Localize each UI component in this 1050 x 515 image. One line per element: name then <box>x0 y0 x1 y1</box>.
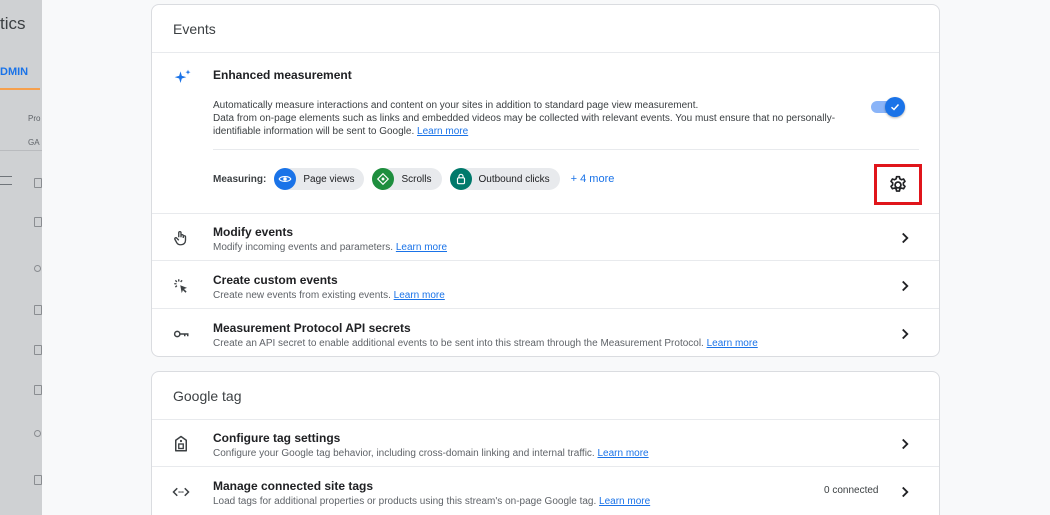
nav-icon[interactable] <box>34 385 42 395</box>
learn-more-link[interactable]: Learn more <box>394 290 445 301</box>
row-title: Measurement Protocol API secrets <box>213 321 411 335</box>
chip-label: Scrolls <box>401 173 432 185</box>
row-create-custom-events[interactable]: Create custom events Create new events f… <box>152 262 939 309</box>
stream-details-panel: Events Enhanced measurement Automaticall… <box>42 0 1050 515</box>
measuring-label: Measuring: <box>213 173 267 185</box>
nav-icon[interactable] <box>34 430 41 437</box>
learn-more-link[interactable]: Learn more <box>707 338 758 349</box>
row-modify-events[interactable]: Modify events Modify incoming events and… <box>152 214 939 261</box>
row-description-text: Create an API secret to enable additiona… <box>213 338 704 349</box>
row-title: Manage connected site tags <box>213 479 374 493</box>
row-description-text: Load tags for additional properties or p… <box>213 496 597 507</box>
row-measurement-protocol[interactable]: Measurement Protocol API secrets Create … <box>152 310 939 357</box>
nav-icon[interactable] <box>34 345 42 355</box>
nav-icon[interactable] <box>34 265 41 272</box>
code-icon <box>171 482 191 502</box>
row-description-text: Create new events from existing events. <box>213 290 391 301</box>
google-tag-card: Google tag Configure tag settings Config… <box>151 371 940 515</box>
nav-icon[interactable] <box>34 178 42 188</box>
learn-more-link[interactable]: Learn more <box>417 126 468 137</box>
admin-tab-indicator <box>0 88 40 90</box>
sparkle-icon <box>174 69 191 83</box>
settings-highlight-box <box>874 164 922 205</box>
learn-more-link[interactable]: Learn more <box>396 242 447 253</box>
row-description-text: Configure your Google tag behavior, incl… <box>213 448 595 459</box>
row-title: Configure tag settings <box>213 431 341 445</box>
chip-page-views: Page views <box>274 168 365 190</box>
enhanced-measurement-section: Enhanced measurement Automatically measu… <box>152 5 939 214</box>
chip-label: Outbound clicks <box>478 173 550 185</box>
row-title: Modify events <box>213 225 294 239</box>
check-icon <box>890 103 900 111</box>
google-tag-card-title: Google tag <box>152 372 939 420</box>
description-line-1: Automatically measure interactions and c… <box>213 100 699 111</box>
sparkle-click-icon <box>171 276 191 296</box>
row-description-text: Modify incoming events and parameters. <box>213 242 394 253</box>
app-brand: tics <box>0 14 26 33</box>
row-description: Load tags for additional properties or p… <box>213 496 650 507</box>
scroll-diamond-icon <box>372 168 395 190</box>
property-id: GA <box>28 138 40 147</box>
admin-tab[interactable]: DMIN <box>0 66 28 78</box>
chevron-right-icon <box>902 232 909 244</box>
lock-icon <box>449 168 472 190</box>
row-description: Modify incoming events and parameters. L… <box>213 242 447 253</box>
row-description: Configure your Google tag behavior, incl… <box>213 448 649 459</box>
gear-icon[interactable] <box>888 175 908 195</box>
chip-outbound-clicks: Outbound clicks <box>449 168 560 190</box>
chevron-right-icon <box>902 328 909 340</box>
enhanced-measurement-toggle[interactable] <box>871 97 905 117</box>
nav-icon[interactable] <box>34 475 42 485</box>
key-icon <box>171 324 191 344</box>
connected-count: 0 connected <box>824 485 879 496</box>
description-line-2: Data from on-page elements such as links… <box>213 113 836 137</box>
enhanced-measurement-description: Automatically measure interactions and c… <box>213 99 853 138</box>
touch-icon <box>171 228 191 248</box>
events-card: Events Enhanced measurement Automaticall… <box>151 4 940 357</box>
property-label: Pro <box>28 114 41 123</box>
toggle-knob <box>885 97 905 117</box>
eye-icon <box>274 168 297 190</box>
tag-icon <box>171 434 191 454</box>
nav-icon[interactable] <box>34 217 42 227</box>
enhanced-measurement-title: Enhanced measurement <box>213 68 352 82</box>
nav-icon[interactable] <box>34 305 42 315</box>
menu-icon[interactable] <box>0 176 12 185</box>
row-title: Create custom events <box>213 273 338 287</box>
row-manage-connected-site-tags[interactable]: Manage connected site tags Load tags for… <box>152 468 939 515</box>
row-description: Create new events from existing events. … <box>213 290 445 301</box>
measuring-row: Measuring: Page views Scrolls Outbound c… <box>213 168 614 190</box>
more-link[interactable]: + 4 more <box>571 173 615 185</box>
chevron-right-icon <box>902 280 909 292</box>
chevron-right-icon <box>902 486 909 498</box>
learn-more-link[interactable]: Learn more <box>599 496 650 507</box>
learn-more-link[interactable]: Learn more <box>597 448 648 459</box>
row-description: Create an API secret to enable additiona… <box>213 338 758 349</box>
section-divider <box>213 149 919 150</box>
row-configure-tag-settings[interactable]: Configure tag settings Configure your Go… <box>152 420 939 467</box>
chip-label: Page views <box>303 173 355 185</box>
chip-scrolls: Scrolls <box>372 168 442 190</box>
chevron-right-icon <box>902 438 909 450</box>
